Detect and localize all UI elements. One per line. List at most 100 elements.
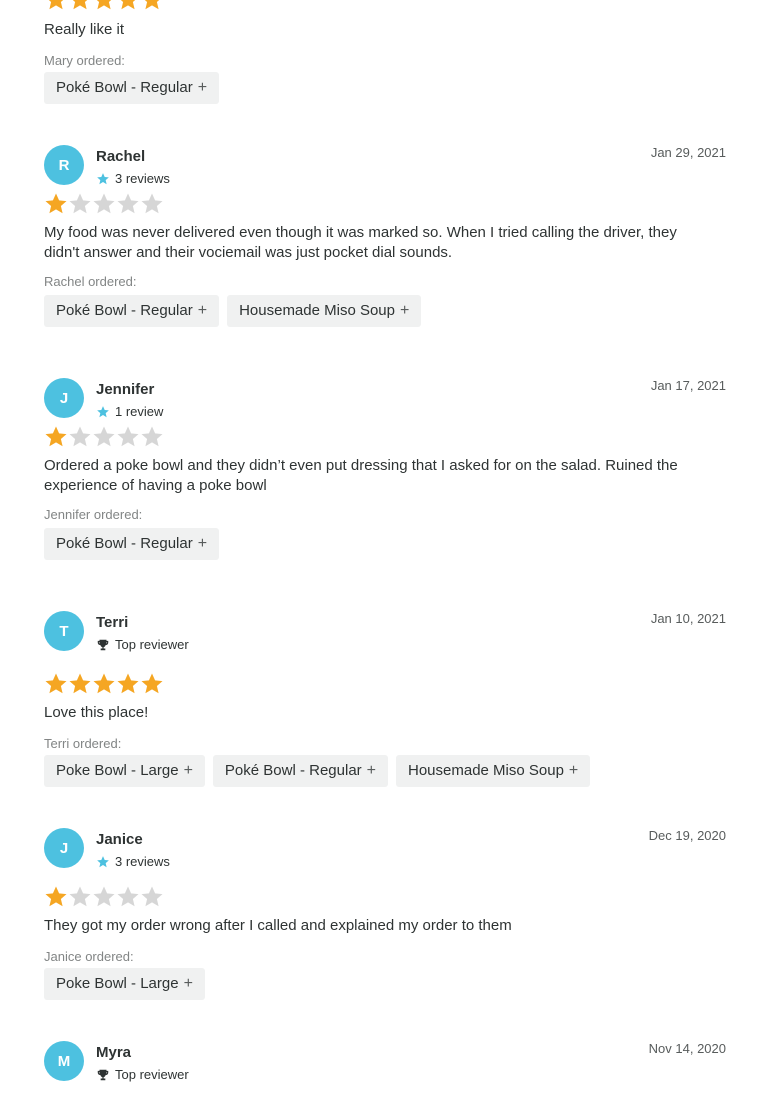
ordered-item-chip[interactable]: Poke Bowl - Large + bbox=[44, 968, 205, 1000]
ordered-items: Poké Bowl - Regular + bbox=[44, 528, 220, 560]
star-empty-icon bbox=[116, 885, 140, 909]
star-filled-icon bbox=[44, 885, 68, 909]
ordered-item-chip[interactable]: Poké Bowl - Regular + bbox=[212, 755, 388, 787]
review-date: Jan 17, 2021 bbox=[650, 378, 726, 393]
item-label: Housemade Miso Soup bbox=[408, 762, 564, 779]
star-filled-icon bbox=[68, 0, 92, 12]
rating-stars bbox=[44, 672, 168, 696]
star-icon bbox=[96, 172, 110, 186]
review-card: J Janice 3 reviews Dec 19, 2020 They got… bbox=[0, 828, 770, 1061]
item-label: Housemade Miso Soup bbox=[239, 302, 395, 319]
reviewer-meta: 1 review bbox=[96, 404, 163, 419]
star-filled-icon bbox=[116, 0, 140, 12]
item-label: Poke Bowl - Large bbox=[56, 762, 179, 779]
review-date: Jan 10, 2021 bbox=[650, 611, 726, 626]
star-empty-icon bbox=[116, 192, 140, 216]
review-card: T Terri Top reviewer Jan 10, 2021 Love t… bbox=[0, 611, 770, 844]
star-empty-icon bbox=[68, 425, 92, 449]
top-reviewer-badge: Top reviewer bbox=[115, 1067, 189, 1082]
review-card: R Rachel 3 reviews Jan 29, 2021 My food … bbox=[0, 145, 770, 378]
review-date: Nov 14, 2020 bbox=[648, 1041, 726, 1056]
star-filled-icon bbox=[44, 425, 68, 449]
rating-stars bbox=[44, 885, 168, 909]
ordered-label: Rachel ordered: bbox=[44, 274, 137, 289]
reviewer-meta: Top reviewer bbox=[96, 637, 189, 652]
ordered-item-chip[interactable]: Poké Bowl - Regular + bbox=[44, 528, 220, 560]
star-filled-icon bbox=[68, 672, 92, 696]
item-label: Poke Bowl - Large bbox=[56, 975, 179, 992]
plus-icon: + bbox=[197, 79, 208, 96]
star-empty-icon bbox=[92, 192, 116, 216]
star-filled-icon bbox=[44, 0, 68, 12]
ordered-label: Janice ordered: bbox=[44, 949, 134, 964]
ordered-item-chip[interactable]: Poké Bowl - Regular + bbox=[44, 72, 220, 104]
ordered-label: Mary ordered: bbox=[44, 53, 125, 68]
star-empty-icon bbox=[92, 425, 116, 449]
ordered-items: Poké Bowl - Regular + bbox=[44, 72, 220, 104]
star-filled-icon bbox=[44, 672, 68, 696]
star-filled-icon bbox=[116, 672, 140, 696]
ordered-item-chip[interactable]: Housemade Miso Soup + bbox=[396, 755, 591, 787]
reviewer-meta: 3 reviews bbox=[96, 854, 170, 869]
plus-icon: + bbox=[197, 535, 208, 552]
plus-icon: + bbox=[183, 975, 193, 992]
avatar: M bbox=[44, 1041, 84, 1081]
avatar: R bbox=[44, 145, 84, 185]
avatar: J bbox=[44, 828, 84, 868]
item-label: Poké Bowl - Regular bbox=[56, 535, 193, 552]
star-filled-icon bbox=[140, 672, 164, 696]
reviewer-name[interactable]: Jennifer bbox=[96, 381, 154, 398]
rating-stars bbox=[44, 425, 168, 449]
reviewer-name[interactable]: Myra bbox=[96, 1044, 131, 1061]
star-empty-icon bbox=[116, 425, 140, 449]
star-empty-icon bbox=[140, 885, 164, 909]
ordered-label: Jennifer ordered: bbox=[44, 507, 143, 522]
star-filled-icon bbox=[140, 0, 164, 12]
ordered-items: Poke Bowl - Large + bbox=[44, 968, 205, 1000]
plus-icon: + bbox=[568, 762, 579, 779]
review-text: Really like it bbox=[44, 21, 125, 38]
avatar: J bbox=[44, 378, 84, 418]
review-text: Ordered a poke bowl and they didn’t even… bbox=[44, 457, 678, 494]
reviewer-name[interactable]: Terri bbox=[96, 614, 128, 631]
review-text: My food was never delivered even though … bbox=[44, 224, 677, 261]
star-filled-icon bbox=[44, 192, 68, 216]
reviewer-name[interactable]: Rachel bbox=[96, 148, 145, 165]
star-filled-icon bbox=[92, 672, 116, 696]
star-empty-icon bbox=[140, 192, 164, 216]
avatar: T bbox=[44, 611, 84, 651]
review-date: Jan 29, 2021 bbox=[650, 145, 726, 160]
review-text: Love this place! bbox=[44, 704, 149, 721]
item-label: Poké Bowl - Regular bbox=[56, 302, 193, 319]
reviewer-review-count: 3 reviews bbox=[115, 171, 170, 186]
reviewer-meta: Top reviewer bbox=[96, 1067, 189, 1082]
ordered-item-chip[interactable]: Poké Bowl - Regular + bbox=[44, 295, 220, 327]
star-icon bbox=[96, 855, 110, 869]
ordered-items: Poké Bowl - Regular + Housemade Miso Sou… bbox=[44, 295, 422, 327]
reviewer-review-count: 3 reviews bbox=[115, 854, 170, 869]
reviewer-name[interactable]: Janice bbox=[96, 831, 143, 848]
plus-icon: + bbox=[400, 302, 410, 319]
ordered-item-chip[interactable]: Housemade Miso Soup + bbox=[227, 295, 422, 327]
plus-icon: + bbox=[197, 302, 208, 319]
star-empty-icon bbox=[68, 192, 92, 216]
star-empty-icon bbox=[92, 885, 116, 909]
plus-icon: + bbox=[366, 762, 376, 779]
item-label: Poké Bowl - Regular bbox=[56, 79, 193, 96]
trophy-icon bbox=[96, 1068, 110, 1082]
review-card: J Jennifer 1 review Jan 17, 2021 Ordered… bbox=[0, 378, 770, 611]
trophy-icon bbox=[96, 638, 110, 652]
top-reviewer-badge: Top reviewer bbox=[115, 637, 189, 652]
review-date: Dec 19, 2020 bbox=[648, 828, 726, 843]
plus-icon: + bbox=[183, 762, 193, 779]
rating-stars bbox=[44, 192, 168, 216]
ordered-label: Terri ordered: bbox=[44, 736, 122, 751]
star-empty-icon bbox=[140, 425, 164, 449]
ordered-items: Poke Bowl - Large + Poké Bowl - Regular … bbox=[44, 755, 591, 787]
reviewer-meta: 3 reviews bbox=[96, 171, 170, 186]
star-filled-icon bbox=[92, 0, 116, 12]
item-label: Poké Bowl - Regular bbox=[224, 762, 362, 779]
star-empty-icon bbox=[68, 885, 92, 909]
ordered-item-chip[interactable]: Poke Bowl - Large + bbox=[44, 755, 205, 787]
review-text: They got my order wrong after I called a… bbox=[44, 917, 512, 934]
